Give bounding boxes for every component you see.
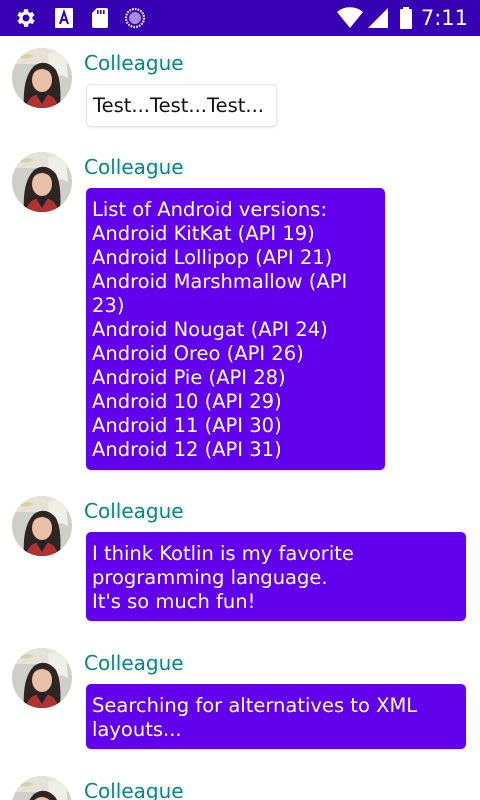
- gear-icon: [17, 9, 35, 27]
- message-item: Colleague: [0, 764, 480, 800]
- author-name: Colleague: [84, 51, 184, 75]
- cellular-signal-icon: [368, 8, 388, 28]
- status-bar: 7:11: [0, 0, 480, 36]
- message-item: Colleague I think Kotlin is my favorite …: [0, 484, 480, 634]
- message-list[interactable]: Colleague Test...Test...Test... Colleagu…: [0, 36, 480, 800]
- font-a-icon: [55, 8, 73, 28]
- circle-spinner-icon: [124, 7, 146, 29]
- battery-icon: [400, 7, 412, 29]
- message-bubble[interactable]: I think Kotlin is my favorite programmin…: [86, 532, 466, 621]
- author-name: Colleague: [84, 155, 184, 179]
- chat-screen: 7:11 Colleague Test...Test...Test... Col…: [0, 0, 480, 800]
- avatar: [12, 48, 72, 108]
- sd-card-icon: [92, 8, 108, 28]
- message-item: Colleague List of Android versions: Andr…: [0, 140, 480, 476]
- avatar: [12, 648, 72, 708]
- author-name: Colleague: [84, 779, 184, 800]
- avatar: [12, 776, 72, 800]
- message-item: Colleague Test...Test...Test...: [0, 36, 480, 136]
- author-name: Colleague: [84, 499, 184, 523]
- avatar: [12, 152, 72, 212]
- author-name: Colleague: [84, 651, 184, 675]
- wifi-icon: [337, 7, 363, 28]
- profile-photo: [12, 496, 72, 556]
- message-bubble[interactable]: Searching for alternatives to XML layout…: [86, 684, 466, 749]
- message-item: Colleague Searching for alternatives to …: [0, 636, 480, 766]
- message-bubble[interactable]: Test...Test...Test...: [86, 84, 277, 127]
- message-bubble[interactable]: List of Android versions: Android KitKat…: [86, 188, 385, 470]
- clock: 7:11: [420, 6, 468, 30]
- profile-photo: [12, 776, 72, 800]
- profile-photo: [12, 152, 72, 212]
- avatar: [12, 496, 72, 556]
- profile-photo: [12, 648, 72, 708]
- profile-photo: [12, 48, 72, 108]
